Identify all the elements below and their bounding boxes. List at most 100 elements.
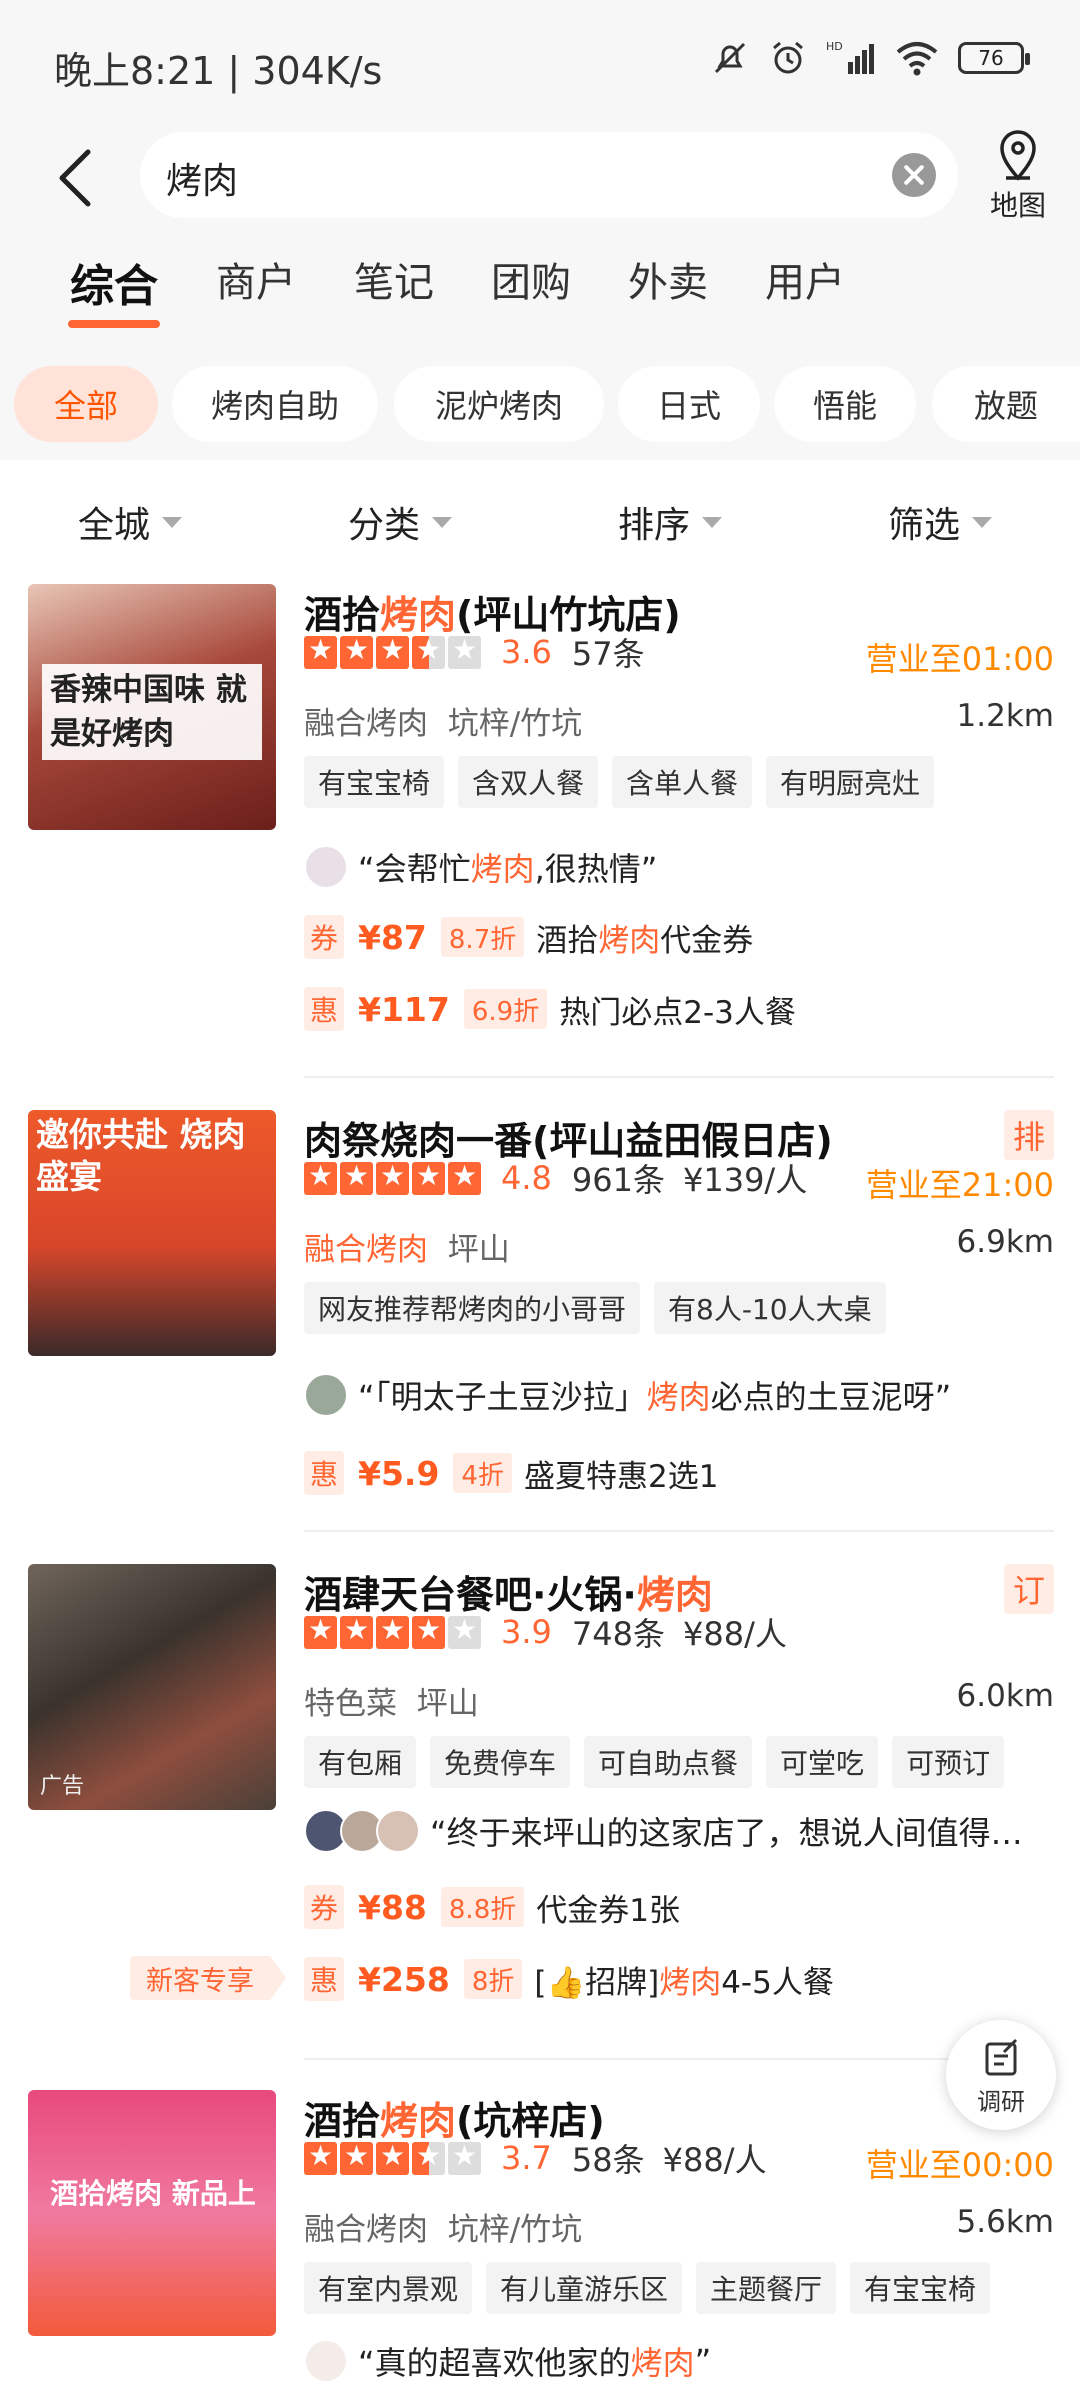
- chip-all-you-can-eat[interactable]: 放题: [932, 366, 1080, 442]
- open-hours: 营业至01:00: [865, 640, 1054, 678]
- category-area: 融合烤肉 坑梓/竹坑: [304, 706, 583, 742]
- svg-text:HD: HD: [826, 40, 843, 53]
- filter-label: 排序: [618, 505, 691, 546]
- feature-tag: 有宝宝椅: [850, 2262, 991, 2314]
- search-input[interactable]: 烤肉: [140, 132, 958, 218]
- tab-delivery[interactable]: 外卖: [628, 250, 708, 308]
- deal-row[interactable]: 惠 ¥5.9 4折 盛夏特惠2选1: [304, 1450, 718, 1496]
- deal-discount: 8.7折: [440, 917, 525, 957]
- open-hours: 营业至00:00: [865, 2146, 1054, 2184]
- feature-tag: 可自助点餐: [584, 1736, 753, 1788]
- feature-tag: 有包厢: [304, 1736, 417, 1788]
- star-rating: [304, 635, 481, 669]
- map-button[interactable]: 地图: [976, 128, 1060, 224]
- rating-row: 3.7 58条 ¥88/人: [304, 2138, 767, 2179]
- rating-row: 4.8 961条 ¥139/人: [304, 1158, 808, 1199]
- chip-japanese[interactable]: 日式: [618, 366, 760, 442]
- edit-note-icon: [985, 2038, 1018, 2076]
- deal-row[interactable]: 惠 ¥117 6.9折 热门必点2-3人餐: [304, 986, 796, 1032]
- star-icon: [340, 1161, 373, 1195]
- filter-category[interactable]: 分类: [348, 496, 453, 548]
- avatar: [304, 845, 348, 889]
- feature-tags: 有室内景观 有儿童游乐区 主题餐厅 有宝宝椅: [304, 2262, 991, 2314]
- feature-tag: 可预订: [892, 1736, 1005, 1788]
- tab-all[interactable]: 综合: [68, 250, 160, 328]
- tab-merchants[interactable]: 商户: [216, 250, 296, 308]
- distance: 1.2km: [956, 698, 1054, 734]
- listing-thumbnail: 广告: [28, 1564, 276, 1810]
- filter-label: 分类: [348, 505, 421, 546]
- star-icon: [340, 2141, 373, 2175]
- distance: 6.0km: [956, 1678, 1054, 1714]
- review-count: 748条: [571, 1615, 665, 1653]
- category-area: 融合烤肉 坑梓/竹坑: [304, 2212, 583, 2248]
- deal-price: ¥117: [358, 989, 450, 1029]
- mute-bell-icon: [714, 42, 746, 74]
- new-customer-tag: 新客专享: [130, 1956, 286, 2000]
- coupon-icon: 券: [304, 915, 344, 959]
- filter-screen[interactable]: 筛选: [888, 496, 993, 548]
- chip-bbq-buffet[interactable]: 烤肉自助: [172, 366, 378, 442]
- deal-row[interactable]: 券 ¥87 8.7折 酒拾烤肉代金券: [304, 914, 753, 960]
- rating-score: 4.8: [501, 1159, 552, 1197]
- star-icon: [412, 1615, 445, 1649]
- filter-city[interactable]: 全城: [78, 496, 183, 548]
- back-button[interactable]: [46, 142, 106, 212]
- deal-discount: 6.9折: [463, 989, 548, 1029]
- chevron-left-icon: [59, 149, 91, 207]
- divider: [304, 1076, 1054, 1078]
- star-rating: [304, 1161, 481, 1195]
- category-area: 融合烤肉 坪山: [304, 1232, 510, 1268]
- deal-discount: 4折: [453, 1453, 512, 1493]
- star-icon: [376, 1161, 409, 1195]
- listing-thumbnail: 邀你共赴 烧肉盛宴: [28, 1110, 276, 1356]
- star-rating: [304, 2141, 481, 2175]
- caret-down-icon: [972, 516, 993, 528]
- divider: [304, 2058, 1054, 2060]
- status-icons: HD 76: [710, 38, 1030, 78]
- thumbnail-caption: 香辣中国味 就是好烤肉: [42, 664, 262, 760]
- feature-tag: 有明厨亮灶: [766, 756, 935, 808]
- survey-button[interactable]: 调研: [946, 2020, 1056, 2130]
- chip-wuneng[interactable]: 悟能: [774, 366, 916, 442]
- caret-down-icon: [162, 516, 183, 528]
- listing-card[interactable]: 广告 酒肆天台餐吧·火锅·烤肉 订 3.9 748条 ¥88/人 特色菜 坪山 …: [0, 1564, 1080, 2014]
- listing-card[interactable]: 酒拾烤肉 新品上市 酒拾烤肉(坑梓店) 3.7 58条 ¥88/人 营业至00:…: [0, 2090, 1080, 2400]
- review-count: 961条: [571, 1161, 665, 1199]
- chip-clay-stove-bbq[interactable]: 泥炉烤肉: [394, 366, 604, 442]
- deal-row[interactable]: 惠 ¥258 8折 [👍招牌]烤肉4-5人餐: [304, 1956, 834, 2002]
- result-tabs: 综合 商户 笔记 团购 外卖 用户: [0, 250, 1080, 330]
- avg-price: ¥139/人: [682, 1161, 808, 1199]
- open-hours: 营业至21:00: [865, 1166, 1054, 1204]
- feature-tag: 主题餐厅: [696, 2262, 837, 2314]
- listing-card[interactable]: 香辣中国味 就是好烤肉 酒拾烤肉(坪山竹坑店) 3.6 57条 营业至01:00…: [0, 584, 1080, 1054]
- coupon-icon: 券: [304, 1885, 344, 1929]
- avg-price: ¥88/人: [662, 2141, 767, 2179]
- listing-thumbnail: 酒拾烤肉 新品上市: [28, 2090, 276, 2336]
- search-query: 烤肉: [166, 161, 239, 202]
- avatar: [304, 1373, 348, 1417]
- feature-tags: 网友推荐帮烤肉的小哥哥 有8人-10人大桌: [304, 1282, 886, 1334]
- tab-users[interactable]: 用户: [765, 250, 845, 308]
- tab-notes[interactable]: 笔记: [354, 250, 434, 308]
- star-icon: [376, 2141, 409, 2175]
- deal-price: ¥87: [358, 917, 427, 957]
- feature-tags: 有宝宝椅 含双人餐 含单人餐 有明厨亮灶: [304, 756, 935, 808]
- feature-tag: 可堂吃: [766, 1736, 879, 1788]
- feature-tag: 含双人餐: [458, 756, 599, 808]
- status-bar: 晚上8:21 | 304K/s HD 76: [0, 0, 1080, 120]
- category-area: 特色菜 坪山: [304, 1686, 479, 1722]
- deal-row[interactable]: 券 ¥88 8.8折 代金券1张: [304, 1884, 680, 1930]
- feature-tag: 有儿童游乐区: [486, 2262, 683, 2314]
- review-count: 57条: [571, 635, 645, 673]
- filter-sort[interactable]: 排序: [618, 496, 723, 548]
- caret-down-icon: [432, 516, 453, 528]
- filter-bar: 全城 分类 排序 筛选: [0, 490, 1080, 560]
- avatar: [304, 2339, 348, 2383]
- review-snippet: “「明太子土豆沙拉」 烤肉 必点的土豆泥呀”: [304, 1372, 951, 1418]
- listing-card[interactable]: 邀你共赴 烧肉盛宴 肉祭烧肉一番(坪山益田假日店) 排 4.8 961条 ¥13…: [0, 1110, 1080, 1530]
- review-snippet: “终于来坪山的这家店了，想说人间值得…: [304, 1808, 1023, 1854]
- clear-search-button[interactable]: [892, 153, 936, 197]
- chip-all[interactable]: 全部: [14, 366, 158, 442]
- tab-group-buy[interactable]: 团购: [491, 250, 571, 308]
